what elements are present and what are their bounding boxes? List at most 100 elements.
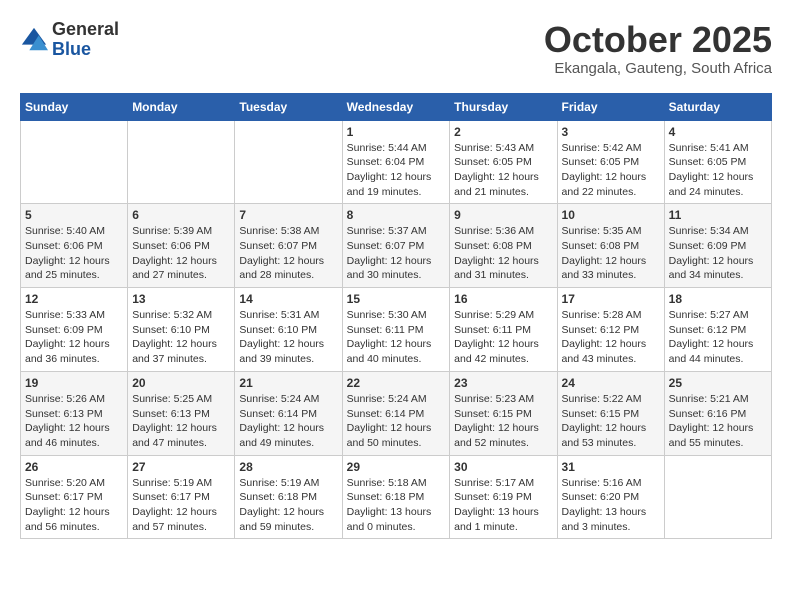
calendar-cell (235, 120, 342, 204)
weekday-header: Friday (557, 93, 664, 120)
calendar-cell: 28 Sunrise: 5:19 AM Sunset: 6:18 PM Dayli… (235, 455, 342, 539)
location-text: Ekangala, Gauteng, South Africa (544, 60, 772, 77)
calendar-cell: 6Sunrise: 5:39 AM Sunset: 6:06 PM Daylig… (128, 204, 235, 288)
calendar-week-row: 1 Sunrise: 5:44 AM Sunset: 6:04 PM Daylig… (21, 120, 772, 204)
day-info-text: Sunrise: 5:37 AM Sunset: 6:07 PM Dayligh… (347, 224, 446, 283)
day-info-text: Sunrise: 5:42 AM Sunset: 6:05 PM Dayligh… (562, 141, 660, 200)
calendar-cell: 29 Sunrise: 5:18 AM Sunset: 6:18 PM Dayli… (342, 455, 450, 539)
day-number: 4 (669, 125, 767, 139)
day-info-text: Sunrise: 5:19 AM Sunset: 6:17 PM Dayligh… (132, 476, 230, 535)
calendar-cell: 16Sunrise: 5:29 AM Sunset: 6:11 PM Dayli… (450, 288, 557, 372)
calendar-cell: 14 Sunrise: 5:31 AM Sunset: 6:10 PM Dayli… (235, 288, 342, 372)
day-info-text: Sunrise: 5:34 AM Sunset: 6:09 PM Dayligh… (669, 224, 767, 283)
calendar-cell: 21 Sunrise: 5:24 AM Sunset: 6:14 PM Dayli… (235, 371, 342, 455)
day-info-text: Sunrise: 5:31 AM Sunset: 6:10 PM Dayligh… (239, 308, 337, 367)
day-number: 7 (239, 208, 337, 222)
day-number: 13 (132, 292, 230, 306)
calendar-table: SundayMondayTuesdayWednesdayThursdayFrid… (20, 93, 772, 540)
day-number: 12 (25, 292, 123, 306)
calendar-cell: 4 Sunrise: 5:41 AM Sunset: 6:05 PM Daylig… (664, 120, 771, 204)
logo: General Blue (20, 20, 119, 60)
day-number: 2 (454, 125, 552, 139)
calendar-week-row: 12 Sunrise: 5:33 AM Sunset: 6:09 PM Dayli… (21, 288, 772, 372)
weekday-header: Saturday (664, 93, 771, 120)
logo-icon (20, 26, 48, 54)
day-number: 26 (25, 460, 123, 474)
day-info-text: Sunrise: 5:28 AM Sunset: 6:12 PM Dayligh… (562, 308, 660, 367)
day-info-text: Sunrise: 5:18 AM Sunset: 6:18 PM Dayligh… (347, 476, 446, 535)
calendar-cell: 5Sunrise: 5:40 AM Sunset: 6:06 PM Daylig… (21, 204, 128, 288)
day-number: 17 (562, 292, 660, 306)
day-number: 8 (347, 208, 446, 222)
calendar-cell (664, 455, 771, 539)
day-number: 20 (132, 376, 230, 390)
day-number: 27 (132, 460, 230, 474)
calendar-cell: 3 Sunrise: 5:42 AM Sunset: 6:05 PM Daylig… (557, 120, 664, 204)
day-info-text: Sunrise: 5:21 AM Sunset: 6:16 PM Dayligh… (669, 392, 767, 451)
day-number: 30 (454, 460, 552, 474)
weekday-header: Wednesday (342, 93, 450, 120)
day-number: 6 (132, 208, 230, 222)
calendar-cell: 7 Sunrise: 5:38 AM Sunset: 6:07 PM Daylig… (235, 204, 342, 288)
weekday-header: Monday (128, 93, 235, 120)
day-number: 18 (669, 292, 767, 306)
calendar-cell: 1 Sunrise: 5:44 AM Sunset: 6:04 PM Daylig… (342, 120, 450, 204)
calendar-cell: 2 Sunrise: 5:43 AM Sunset: 6:05 PM Daylig… (450, 120, 557, 204)
day-info-text: Sunrise: 5:32 AM Sunset: 6:10 PM Dayligh… (132, 308, 230, 367)
calendar-cell: 13 Sunrise: 5:32 AM Sunset: 6:10 PM Dayli… (128, 288, 235, 372)
day-info-text: Sunrise: 5:19 AM Sunset: 6:18 PM Dayligh… (239, 476, 337, 535)
day-number: 16 (454, 292, 552, 306)
day-number: 25 (669, 376, 767, 390)
day-info-text: Sunrise: 5:36 AM Sunset: 6:08 PM Dayligh… (454, 224, 552, 283)
day-number: 31 (562, 460, 660, 474)
calendar-cell: 12 Sunrise: 5:33 AM Sunset: 6:09 PM Dayli… (21, 288, 128, 372)
day-number: 24 (562, 376, 660, 390)
calendar-week-row: 26 Sunrise: 5:20 AM Sunset: 6:17 PM Dayli… (21, 455, 772, 539)
day-info-text: Sunrise: 5:20 AM Sunset: 6:17 PM Dayligh… (25, 476, 123, 535)
page-header: General Blue October 2025 Ekangala, Gaut… (20, 20, 772, 77)
calendar-cell: 23Sunrise: 5:23 AM Sunset: 6:15 PM Dayli… (450, 371, 557, 455)
calendar-cell: 17 Sunrise: 5:28 AM Sunset: 6:12 PM Dayli… (557, 288, 664, 372)
calendar-cell: 22 Sunrise: 5:24 AM Sunset: 6:14 PM Dayli… (342, 371, 450, 455)
day-info-text: Sunrise: 5:22 AM Sunset: 6:15 PM Dayligh… (562, 392, 660, 451)
day-number: 11 (669, 208, 767, 222)
day-info-text: Sunrise: 5:24 AM Sunset: 6:14 PM Dayligh… (239, 392, 337, 451)
calendar-cell (128, 120, 235, 204)
calendar-cell: 25 Sunrise: 5:21 AM Sunset: 6:16 PM Dayli… (664, 371, 771, 455)
day-number: 15 (347, 292, 446, 306)
day-number: 28 (239, 460, 337, 474)
weekday-header: Thursday (450, 93, 557, 120)
day-info-text: Sunrise: 5:30 AM Sunset: 6:11 PM Dayligh… (347, 308, 446, 367)
day-info-text: Sunrise: 5:25 AM Sunset: 6:13 PM Dayligh… (132, 392, 230, 451)
day-info-text: Sunrise: 5:40 AM Sunset: 6:06 PM Dayligh… (25, 224, 123, 283)
day-info-text: Sunrise: 5:43 AM Sunset: 6:05 PM Dayligh… (454, 141, 552, 200)
day-number: 14 (239, 292, 337, 306)
calendar-cell: 26 Sunrise: 5:20 AM Sunset: 6:17 PM Dayli… (21, 455, 128, 539)
calendar-cell: 27 Sunrise: 5:19 AM Sunset: 6:17 PM Dayli… (128, 455, 235, 539)
day-info-text: Sunrise: 5:38 AM Sunset: 6:07 PM Dayligh… (239, 224, 337, 283)
day-number: 21 (239, 376, 337, 390)
day-info-text: Sunrise: 5:33 AM Sunset: 6:09 PM Dayligh… (25, 308, 123, 367)
day-number: 23 (454, 376, 552, 390)
day-number: 1 (347, 125, 446, 139)
calendar-cell: 10Sunrise: 5:35 AM Sunset: 6:08 PM Dayli… (557, 204, 664, 288)
day-info-text: Sunrise: 5:44 AM Sunset: 6:04 PM Dayligh… (347, 141, 446, 200)
calendar-cell: 30 Sunrise: 5:17 AM Sunset: 6:19 PM Dayli… (450, 455, 557, 539)
calendar-week-row: 5Sunrise: 5:40 AM Sunset: 6:06 PM Daylig… (21, 204, 772, 288)
day-number: 3 (562, 125, 660, 139)
calendar-cell: 31Sunrise: 5:16 AM Sunset: 6:20 PM Dayli… (557, 455, 664, 539)
day-number: 29 (347, 460, 446, 474)
calendar-cell: 24 Sunrise: 5:22 AM Sunset: 6:15 PM Dayli… (557, 371, 664, 455)
logo-blue-text: Blue (52, 40, 119, 60)
day-info-text: Sunrise: 5:24 AM Sunset: 6:14 PM Dayligh… (347, 392, 446, 451)
calendar-cell (21, 120, 128, 204)
calendar-cell: 9Sunrise: 5:36 AM Sunset: 6:08 PM Daylig… (450, 204, 557, 288)
day-info-text: Sunrise: 5:26 AM Sunset: 6:13 PM Dayligh… (25, 392, 123, 451)
day-number: 22 (347, 376, 446, 390)
day-info-text: Sunrise: 5:35 AM Sunset: 6:08 PM Dayligh… (562, 224, 660, 283)
weekday-header-row: SundayMondayTuesdayWednesdayThursdayFrid… (21, 93, 772, 120)
calendar-cell: 19Sunrise: 5:26 AM Sunset: 6:13 PM Dayli… (21, 371, 128, 455)
day-info-text: Sunrise: 5:17 AM Sunset: 6:19 PM Dayligh… (454, 476, 552, 535)
title-block: October 2025 Ekangala, Gauteng, South Af… (544, 20, 772, 77)
day-info-text: Sunrise: 5:41 AM Sunset: 6:05 PM Dayligh… (669, 141, 767, 200)
